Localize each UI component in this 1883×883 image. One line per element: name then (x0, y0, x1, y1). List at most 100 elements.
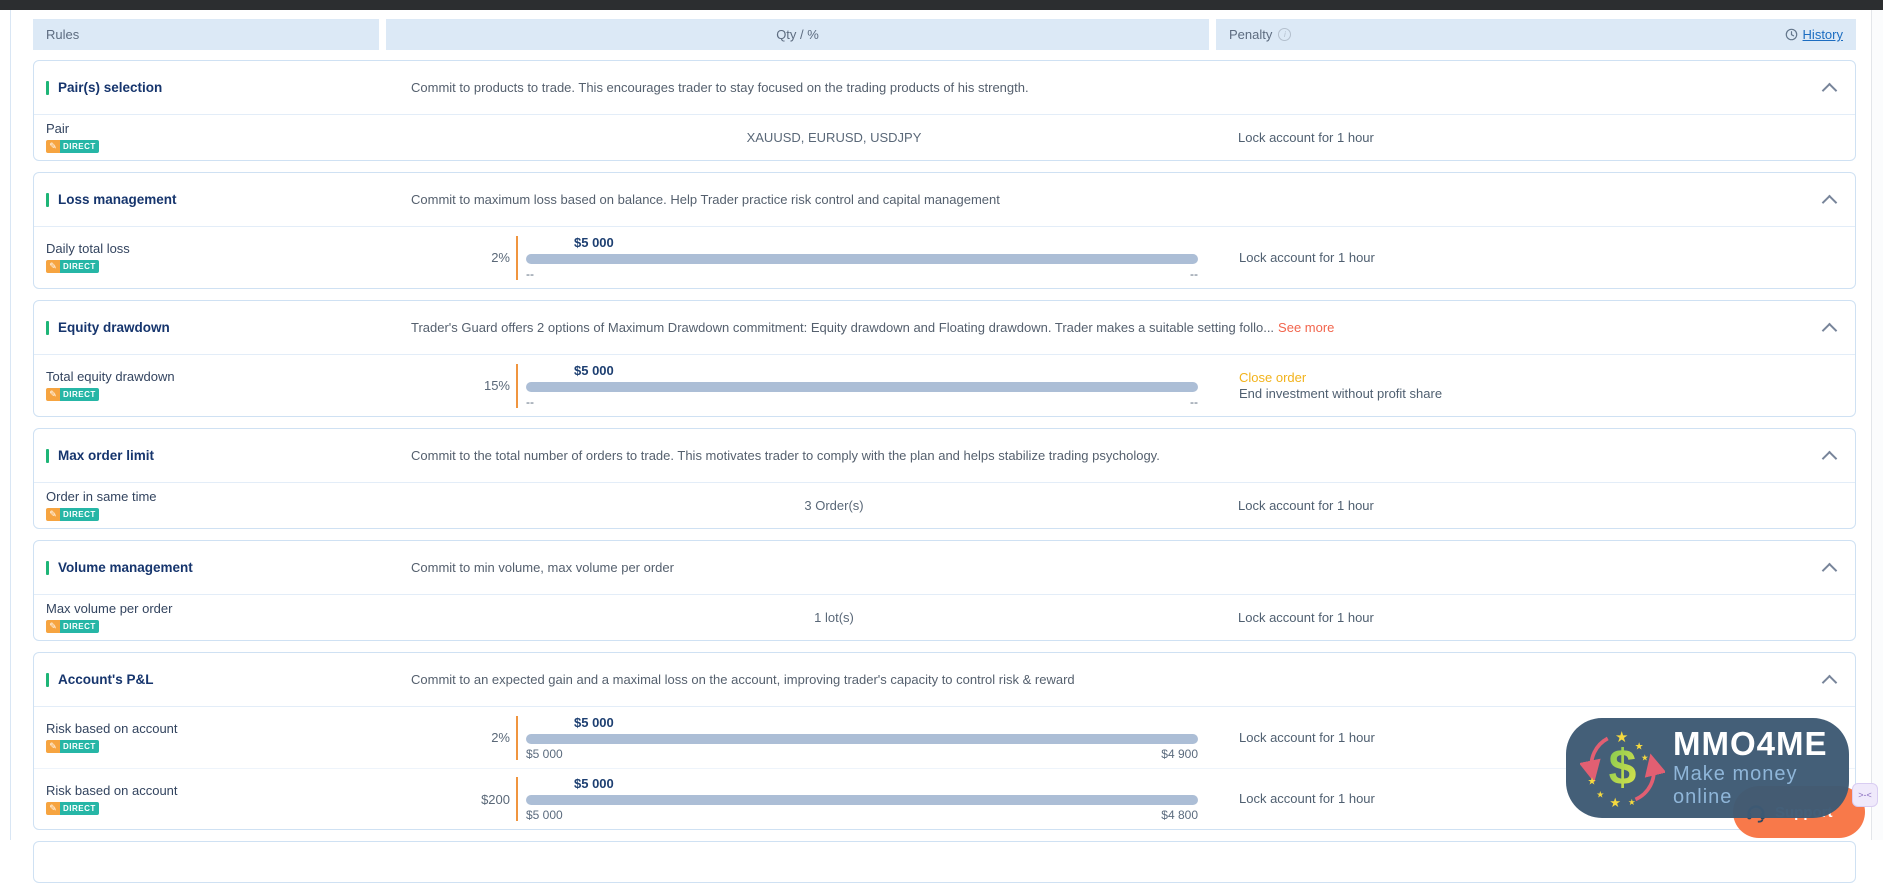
limit-bar-block: $5 000 $5 000 $4 900 (526, 715, 1198, 761)
collapse-button[interactable] (1821, 673, 1837, 690)
limit-progress-bar[interactable] (526, 733, 1198, 744)
chevron-up-icon (1821, 562, 1837, 578)
bar-max-value: -- (1190, 266, 1198, 281)
penalty-header-group: Penalty i (1229, 27, 1292, 42)
penalty-text: Lock account for 1 hour (1238, 609, 1374, 625)
direct-badge-label: DIRECT (60, 508, 99, 521)
pencil-icon: ✎ (46, 388, 60, 401)
card-title-wrap: Account's P&L (46, 672, 411, 687)
orange-divider (516, 235, 518, 280)
rule-card: Pair(s) selection Commit to products to t… (33, 60, 1856, 161)
rule-value: 3 Order(s) (804, 498, 864, 513)
watermark-title: MMO4ME (1673, 725, 1828, 762)
info-icon[interactable]: i (1278, 28, 1292, 41)
svg-text:★: ★ (1587, 777, 1596, 788)
section-description-text: Commit to maximum loss based on balance.… (411, 192, 1000, 207)
section-description-text: Commit to the total number of orders to … (411, 448, 1160, 463)
rule-row: Pair ✎ DIRECT XAUUSD, EURUSD, USDJPY Lock ac… (34, 115, 1855, 160)
pencil-icon: ✎ (46, 508, 60, 521)
collapse-button[interactable] (1821, 449, 1837, 466)
collapse-button[interactable] (1821, 561, 1837, 578)
collapse-button[interactable] (1821, 193, 1837, 210)
svg-text:$: $ (1609, 740, 1637, 796)
rule-value: 1 lot(s) (814, 610, 854, 625)
direct-badge: ✎ DIRECT (46, 260, 99, 273)
scrollbar[interactable] (1871, 10, 1883, 840)
limit-progress-bar[interactable] (526, 253, 1198, 264)
column-header-penalty: Penalty i History (1216, 19, 1856, 50)
pencil-icon: ✎ (46, 740, 60, 753)
section-accent-bar (46, 80, 49, 95)
limit-progress-bar[interactable] (526, 795, 1198, 805)
rule-row: Total equity drawdown ✎ DIRECT 15% $5 000 -- -… (34, 355, 1855, 416)
limit-bar-block: $5 000 -- -- (526, 363, 1198, 409)
limit-progress-bar[interactable] (526, 381, 1198, 392)
bar-min-value: -- (526, 394, 534, 409)
chevron-up-icon (1821, 674, 1837, 690)
bar-range-labels: -- -- (526, 267, 1198, 281)
qty-left-value: 15% (483, 378, 510, 393)
bar-min-value: $5 000 (526, 808, 563, 822)
section-accent-bar (46, 320, 49, 335)
penalty-cell: Lock account for 1 hour (1180, 130, 1855, 146)
section-accent-bar (46, 672, 49, 687)
bar-max-value: $4 800 (1161, 808, 1198, 822)
bar-max-value: $4 900 (1161, 746, 1198, 761)
section-description: Commit to an expected gain and a maximal… (411, 672, 1839, 687)
bar-top-value: $5 000 (574, 362, 614, 378)
section-description: Commit to min volume, max volume per ord… (411, 560, 1839, 575)
rule-label-cell: Total equity drawdown ✎ DIRECT (34, 369, 474, 402)
history-link-group[interactable]: History (1785, 27, 1843, 42)
rule-card-header: Account's P&L Commit to an expected gain … (34, 653, 1855, 707)
svg-text:★: ★ (1615, 730, 1628, 746)
collapse-button[interactable] (1821, 321, 1837, 338)
penalty-cell: Close order End investment without profit… (1198, 370, 1855, 402)
bar-top-value: $5 000 (574, 234, 614, 250)
direct-badge-label: DIRECT (60, 388, 99, 401)
orange-divider (516, 715, 518, 760)
penalty-text: Lock account for 1 hour (1239, 249, 1375, 265)
watermark-subtitle: Make money online (1673, 763, 1798, 808)
orange-divider (516, 777, 518, 821)
rule-label: Order in same time (46, 489, 157, 504)
rule-card-header: Max order limit Commit to the total numbe… (34, 429, 1855, 483)
rule-label-cell: Order in same time ✎ DIRECT (34, 489, 488, 522)
history-link[interactable]: History (1803, 27, 1843, 42)
section-description: Commit to products to trade. This encour… (411, 80, 1839, 95)
rule-value: XAUUSD, EURUSD, USDJPY (746, 130, 922, 145)
direct-badge: ✎ DIRECT (46, 508, 99, 521)
svg-text:★: ★ (1635, 742, 1644, 753)
rule-card-partial (33, 841, 1856, 883)
bar-range-labels: -- -- (526, 395, 1198, 409)
section-description-text: Commit to an expected gain and a maximal… (411, 672, 1075, 687)
bar-top-value: $5 000 (574, 714, 614, 730)
browser-top-bar (0, 0, 1883, 10)
section-title: Pair(s) selection (58, 80, 163, 95)
section-title: Max order limit (58, 448, 155, 463)
section-title: Volume management (58, 560, 193, 575)
svg-text:★: ★ (1596, 790, 1604, 800)
qty-left-value: $200 (481, 791, 510, 807)
direct-badge-label: DIRECT (60, 260, 99, 273)
see-more-link[interactable]: See more (1278, 320, 1334, 335)
collapse-widget[interactable]: >-< (1852, 783, 1878, 807)
chevron-up-icon (1821, 82, 1837, 98)
rule-card-header: Pair(s) selection Commit to products to t… (34, 61, 1855, 115)
direct-badge: ✎ DIRECT (46, 801, 99, 815)
card-title-wrap: Pair(s) selection (46, 80, 411, 95)
penalty-cell: Lock account for 1 hour (1198, 250, 1855, 266)
bar-max-value: -- (1190, 394, 1198, 409)
chevron-up-icon (1821, 450, 1837, 466)
bar-min-value: -- (526, 266, 534, 281)
rule-label-cell: Pair ✎ DIRECT (34, 121, 488, 154)
card-title-wrap: Volume management (46, 560, 411, 575)
rule-label: Total equity drawdown (46, 369, 175, 384)
svg-text:★: ★ (1641, 753, 1648, 763)
section-title: Loss management (58, 192, 177, 207)
card-title-wrap: Loss management (46, 192, 411, 207)
direct-badge-label: DIRECT (60, 740, 99, 753)
penalty-cell: Lock account for 1 hour (1180, 610, 1855, 626)
collapse-button[interactable] (1821, 81, 1837, 98)
rule-label-cell: Max volume per order ✎ DIRECT (34, 601, 488, 634)
penalty-warning-text: Close order (1239, 369, 1307, 385)
